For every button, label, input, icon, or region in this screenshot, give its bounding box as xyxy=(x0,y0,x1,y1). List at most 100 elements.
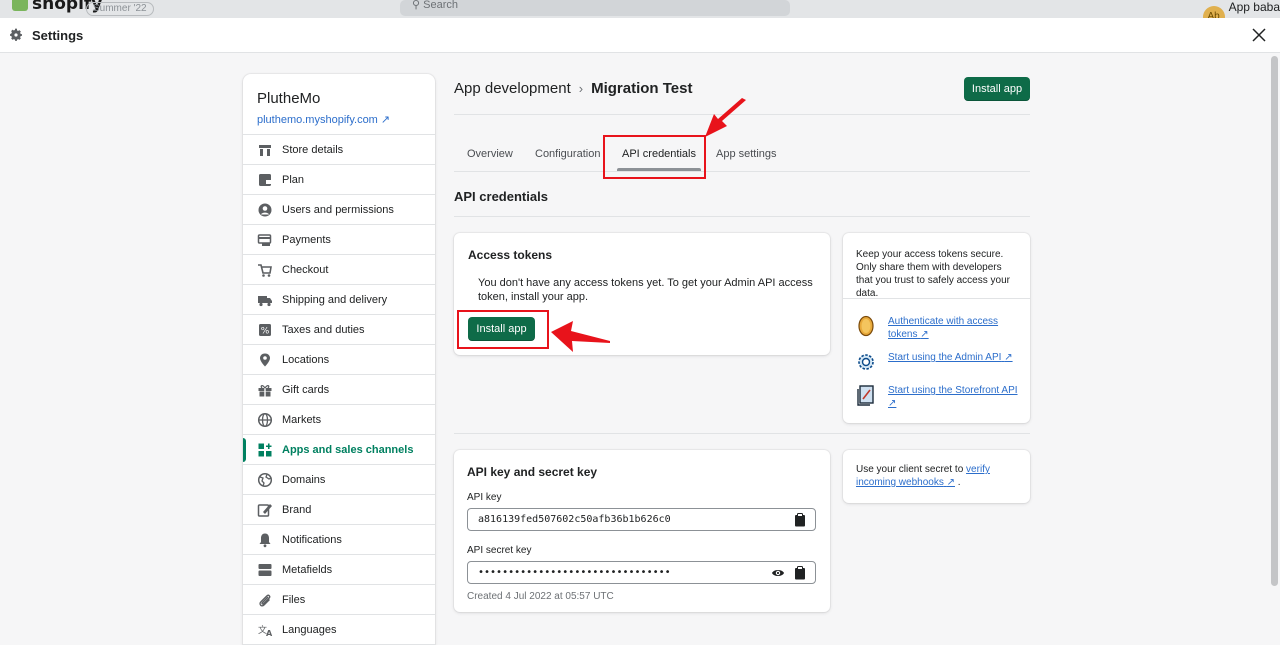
shopify-bag-icon xyxy=(12,0,28,11)
section-divider xyxy=(454,216,1030,217)
sidebar-item-label: Files xyxy=(282,593,306,606)
sidebar-item-checkout[interactable]: Checkout xyxy=(243,255,435,285)
security-note: Keep your access tokens secure. Only sha… xyxy=(843,233,1030,299)
sidebar-item-label: Metafields xyxy=(282,563,333,576)
sidebar-item-label: Taxes and duties xyxy=(282,323,365,336)
store-url-link[interactable]: pluthemo.myshopify.com ↗ xyxy=(257,113,421,126)
annotation-box-install-button xyxy=(457,310,549,349)
api-secret-field[interactable]: •••••••••••••••••••••••••••••••• xyxy=(467,561,816,584)
sidebar-item-label: Store details xyxy=(282,143,344,156)
sidebar-item-store-details[interactable]: Store details xyxy=(243,135,435,165)
sidebar-item-gift-cards[interactable]: Gift cards xyxy=(243,375,435,405)
section-title: API credentials xyxy=(454,189,548,204)
sidebar-item-shipping-and-delivery[interactable]: Shipping and delivery xyxy=(243,285,435,315)
settings-title: Settings xyxy=(32,28,84,43)
resource-storefront-api: Start using the Storefront API ↗ xyxy=(856,384,1018,410)
domains-globe-icon xyxy=(257,472,273,487)
store-url-text: pluthemo.myshopify.com xyxy=(257,114,378,126)
tab-configuration[interactable]: Configuration xyxy=(522,135,613,171)
sidebar-item-label: Notifications xyxy=(282,533,342,546)
search-placeholder: Search xyxy=(423,0,458,11)
install-app-button-header[interactable]: Install app xyxy=(964,77,1030,101)
api-key-value: a816139fed507602c50afb36b1b626c0 xyxy=(478,514,671,525)
breadcrumb-parent[interactable]: App development xyxy=(454,80,571,97)
sidebar-item-brand[interactable]: Brand xyxy=(243,495,435,525)
sidebar-item-label: Shipping and delivery xyxy=(282,293,388,306)
page-scrollbar[interactable] xyxy=(1271,56,1278,586)
sidebar-item-markets[interactable]: Markets xyxy=(243,405,435,435)
header-divider xyxy=(454,114,1030,115)
eye-reveal-icon[interactable] xyxy=(771,566,785,580)
global-search-input[interactable]: ⚲ Search xyxy=(400,0,790,16)
chevron-right-icon: › xyxy=(578,81,584,96)
api-keys-title: API key and secret key xyxy=(467,465,598,479)
sidebar-item-domains[interactable]: Domains xyxy=(243,465,435,495)
tabs-divider xyxy=(454,171,1030,172)
close-icon[interactable] xyxy=(1248,24,1270,46)
truck-icon xyxy=(258,295,272,306)
gift-icon xyxy=(258,384,272,396)
globe-icon xyxy=(257,412,273,427)
sidebar-item-metafields[interactable]: Metafields xyxy=(243,555,435,585)
sidebar-item-label: Plan xyxy=(282,173,305,186)
api-key-label: API key xyxy=(467,492,502,503)
sidebar-item-locations[interactable]: Locations xyxy=(243,345,435,375)
sidebar-item-label: Brand xyxy=(282,503,312,516)
sidebar-item-label: Payments xyxy=(282,233,331,246)
sidebar-item-files[interactable]: Files xyxy=(243,585,435,615)
store-name: PlutheMo xyxy=(257,90,321,107)
access-tokens-description: You don't have any access tokens yet. To… xyxy=(478,277,813,303)
sidebar-item-apps-and-sales-channels[interactable]: Apps and sales channels xyxy=(243,435,435,465)
sidebar-item-label: Markets xyxy=(282,413,322,426)
account-name: App baba xyxy=(1228,0,1280,14)
sidebar-item-taxes-and-duties[interactable]: % Taxes and duties xyxy=(243,315,435,345)
api-keys-card: API key and secret key API key a816139fe… xyxy=(454,450,830,612)
admin-api-link-text: Start using the Admin API xyxy=(888,352,1002,363)
external-link-icon: ↗ xyxy=(380,114,391,126)
storefront-api-link-text: Start using the Storefront API xyxy=(888,385,1018,396)
metafields-icon xyxy=(258,563,272,576)
nav-list: Store details Plan Users and permissions Pa… xyxy=(243,135,435,645)
sidebar-item-label: Languages xyxy=(282,623,337,636)
storefront-api-link[interactable]: Start using the Storefront API ↗ xyxy=(888,384,1018,410)
admin-api-link[interactable]: Start using the Admin API ↗ xyxy=(888,351,1018,373)
tax-icon: % xyxy=(259,323,271,336)
location-pin-icon xyxy=(260,353,270,366)
sidebar-item-notifications[interactable]: Notifications xyxy=(243,525,435,555)
tab-overview[interactable]: Overview xyxy=(454,135,526,171)
brand-icon xyxy=(257,503,272,517)
security-tips-card: Keep your access tokens secure. Only sha… xyxy=(843,233,1030,423)
app-tabs: Overview Configuration API credentials A… xyxy=(454,135,1030,171)
payments-icon xyxy=(257,233,272,246)
tab-app-settings[interactable]: App settings xyxy=(703,135,790,171)
authenticate-link-text: Authenticate with access tokens xyxy=(888,316,999,340)
svg-text:%: % xyxy=(261,326,270,336)
sidebar-item-label: Locations xyxy=(282,353,330,366)
access-tokens-title: Access tokens xyxy=(468,248,553,262)
clipboard-copy-icon[interactable] xyxy=(794,513,806,527)
authenticate-link[interactable]: Authenticate with access tokens ↗ xyxy=(888,315,1018,341)
resource-admin-api: Start using the Admin API ↗ xyxy=(856,351,1018,373)
sidebar-item-users-and-permissions[interactable]: Users and permissions xyxy=(243,195,435,225)
annotation-box-api-credentials-tab xyxy=(603,135,706,179)
settings-nav: PlutheMo pluthemo.myshopify.com ↗ Store … xyxy=(243,74,435,645)
sidebar-item-plan[interactable]: Plan xyxy=(243,165,435,195)
resource-authenticate: Authenticate with access tokens ↗ xyxy=(856,315,1018,341)
bell-icon xyxy=(259,533,271,547)
external-link-icon: ↗ xyxy=(888,398,897,409)
user-icon xyxy=(258,203,272,216)
clipboard-copy-icon[interactable] xyxy=(794,566,806,580)
cart-icon xyxy=(258,263,272,277)
sidebar-item-payments[interactable]: Payments xyxy=(243,225,435,255)
webhook-note-text: Use your client secret to xyxy=(856,464,967,475)
external-link-icon: ↗ xyxy=(946,477,955,488)
account-menu[interactable]: AbApp baba xyxy=(1202,0,1280,18)
plan-icon xyxy=(259,173,272,186)
created-timestamp: Created 4 Jul 2022 at 05:57 UTC xyxy=(467,591,614,602)
api-key-field[interactable]: a816139fed507602c50afb36b1b626c0 xyxy=(467,508,816,531)
sidebar-item-languages[interactable]: 文 A Languages xyxy=(243,615,435,645)
shopify-top-bar: shopify Summer '22 ⚲ Search AbApp baba xyxy=(0,0,1280,18)
breadcrumb: App development › Migration Test xyxy=(454,80,692,97)
store-icon xyxy=(259,144,271,156)
sidebar-item-label: Domains xyxy=(282,473,326,486)
